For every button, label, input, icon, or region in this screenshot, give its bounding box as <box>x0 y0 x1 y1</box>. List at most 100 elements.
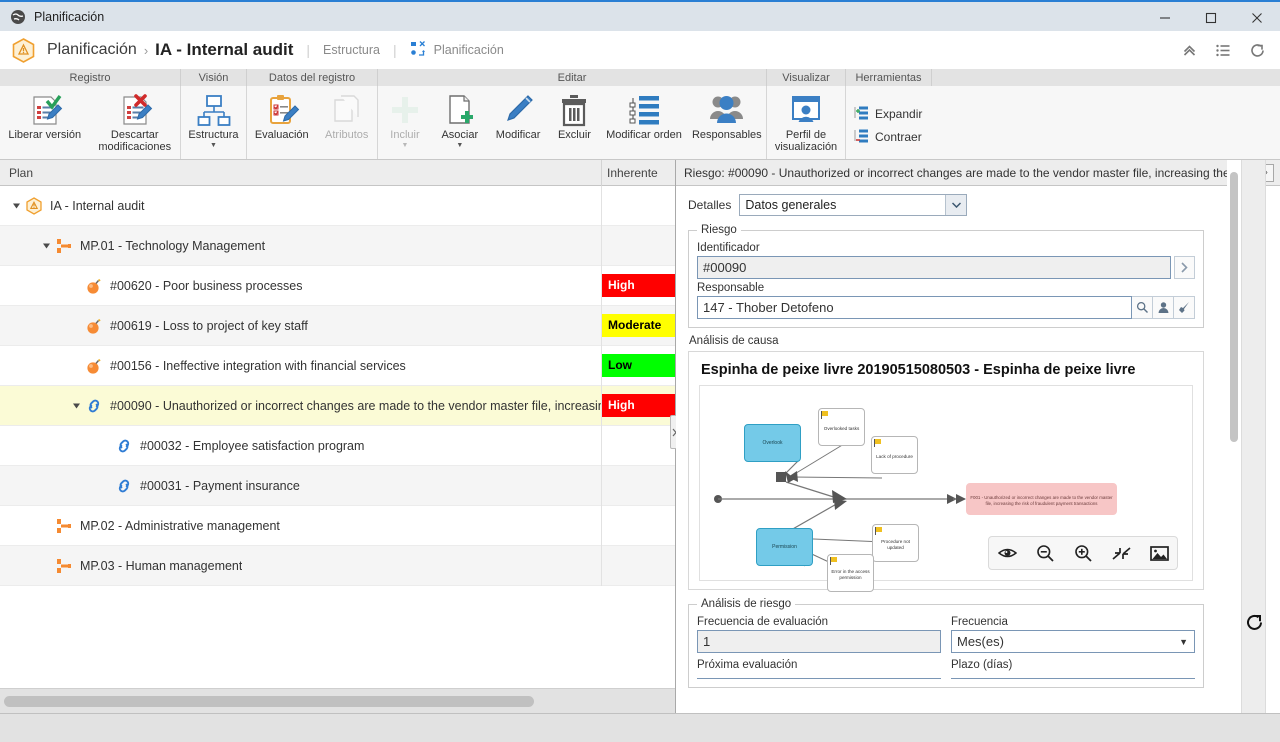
tree-row-main[interactable]: MP.02 - Administrative management <box>0 506 601 546</box>
tree-row-main[interactable]: #00031 - Payment insurance <box>0 466 601 506</box>
tree-row-main[interactable]: IA - Internal audit <box>0 186 601 226</box>
asociar-label: Asociar <box>441 129 479 141</box>
tree-row-main[interactable]: #00090 - Unauthorized or incorrect chang… <box>0 386 601 426</box>
zoom-out-icon[interactable] <box>1033 541 1057 565</box>
fishbone-canvas[interactable]: Overlook Overlooked tasks Lack of proced… <box>699 385 1193 592</box>
estructura-caret-icon[interactable]: ▼ <box>210 142 217 150</box>
maximize-button[interactable] <box>1188 2 1234 33</box>
tree-row-inherent-cell: High <box>601 265 675 306</box>
tree-row-main[interactable]: #00032 - Employee satisfaction program <box>0 426 601 466</box>
atributos-label: Atributos <box>325 129 369 141</box>
table-row[interactable]: #00619 - Loss to project of key staff Mod… <box>0 305 675 346</box>
table-row[interactable]: #00620 - Poor business processes High <box>0 265 675 306</box>
breadcrumb-link-estructura[interactable]: Estructura <box>323 43 380 57</box>
fishbone-node-label: Procedure not updated <box>881 538 910 550</box>
liberar-version-label: Liberar versión <box>8 129 82 141</box>
fishbone-node-effect[interactable]: F001 - Unauthorized or incorrect changes… <box>966 483 1117 515</box>
responsable-input[interactable]: 147 - Thober Detofeno <box>697 296 1132 319</box>
table-row[interactable]: MP.01 - Technology Management <box>0 225 675 266</box>
perfil-visualizacion-button[interactable]: Perfil de visualización <box>767 86 845 159</box>
attributes-icon <box>329 91 365 129</box>
twisty-expanded-icon[interactable] <box>69 401 83 410</box>
fishbone-node-label: Permission <box>772 544 797 550</box>
fishbone-node-cause-error-access-permission[interactable]: Error in the access permission <box>827 554 874 592</box>
table-row[interactable]: #00090 - Unauthorized or incorrect chang… <box>0 385 675 426</box>
table-row[interactable]: #00156 - Ineffective integration with fi… <box>0 345 675 386</box>
table-row[interactable]: MP.02 - Administrative management <box>0 505 675 546</box>
identificador-open-button[interactable] <box>1174 256 1195 279</box>
brush-icon[interactable] <box>1174 296 1195 319</box>
perfil-visualizacion-label: Perfil de visualización <box>774 129 838 153</box>
tree-row-main[interactable]: #00156 - Ineffective integration with fi… <box>0 346 601 386</box>
collapse-tree-icon <box>854 129 869 146</box>
table-row[interactable]: IA - Internal audit <box>0 186 675 226</box>
details-vertical-scrollbar[interactable] <box>1227 160 1241 713</box>
tree-row-main[interactable]: MP.03 - Human management <box>0 546 601 586</box>
fit-screen-icon[interactable] <box>1109 541 1133 565</box>
fishbone-node-category-permission[interactable]: Permission <box>756 528 813 566</box>
export-image-icon[interactable] <box>1147 541 1171 565</box>
frecuencia-evaluacion-input[interactable]: 1 <box>697 630 941 653</box>
tree-horizontal-scrollbar[interactable] <box>0 688 675 713</box>
excluir-button[interactable]: Excluir <box>548 86 600 159</box>
eye-icon[interactable] <box>995 541 1019 565</box>
responsables-label: Responsables <box>691 129 762 141</box>
contraer-button[interactable]: Contraer <box>852 126 932 149</box>
table-row[interactable]: #00031 - Payment insurance <box>0 465 675 506</box>
details-vscroll-thumb[interactable] <box>1230 172 1238 442</box>
liberar-version-button[interactable]: Liberar versión <box>0 86 90 159</box>
page-title: IA - Internal audit <box>155 40 294 59</box>
tree-row-main[interactable]: #00619 - Loss to project of key staff <box>0 306 601 346</box>
responsables-button[interactable]: Responsables <box>688 86 766 159</box>
frecuencia-chevron-down-icon[interactable]: ▼ <box>1179 637 1188 647</box>
fishbone-node-category-overlook[interactable]: Overlook <box>744 424 801 462</box>
plan-tree-panel: Plan Inherente IA - Internal audit MP.01 … <box>0 159 676 713</box>
tree-rows[interactable]: IA - Internal audit MP.01 - Technology Ma… <box>0 186 675 688</box>
chevron-down-icon[interactable] <box>945 195 967 215</box>
breadcrumb-root[interactable]: Planificación <box>47 41 137 59</box>
analisis-riesgo-fieldset: Análisis de riesgo Frecuencia de evaluac… <box>688 598 1204 688</box>
zoom-in-icon[interactable] <box>1071 541 1095 565</box>
list-icon[interactable] <box>1208 35 1238 65</box>
ribbon-group-editar: Incluir ▼ Asociar ▼ Modificar Excluir Mo… <box>378 86 767 159</box>
descartar-modificaciones-button[interactable]: Descartar modificaciones <box>90 86 181 159</box>
trash-icon <box>558 91 590 129</box>
incluir-label: Incluir <box>390 129 420 141</box>
tree-row-main[interactable]: #00620 - Poor business processes <box>0 266 601 306</box>
refresh-icon[interactable] <box>1242 35 1272 65</box>
evaluacion-button[interactable]: Evaluación <box>247 86 316 159</box>
asociar-button[interactable]: Asociar ▼ <box>432 86 488 159</box>
fishbone-node-cause-lack-of-procedure[interactable]: Lack of procedure <box>871 436 918 474</box>
modificar-orden-button[interactable]: Modificar orden <box>600 86 687 159</box>
tree-row-label: MP.01 - Technology Management <box>80 238 266 253</box>
tree-hscroll-thumb[interactable] <box>4 695 534 707</box>
breadcrumb-separator: › <box>143 42 149 58</box>
tree-row-label: #00156 - Ineffective integration with fi… <box>110 358 406 373</box>
table-row[interactable]: MP.03 - Human management <box>0 545 675 586</box>
estructura-button[interactable]: Estructura ▼ <box>181 86 246 159</box>
twisty-expanded-icon[interactable] <box>39 241 53 250</box>
details-side-rail <box>1241 160 1266 713</box>
breadcrumb-actions <box>1174 31 1272 69</box>
identificador-input[interactable]: #00090 <box>697 256 1171 279</box>
person-icon[interactable] <box>1153 296 1174 319</box>
expandir-button[interactable]: Expandir <box>852 103 932 126</box>
twisty-expanded-icon[interactable] <box>9 201 23 210</box>
collapse-up-icon[interactable] <box>1174 35 1204 65</box>
breadcrumb-view-planificacion[interactable]: Planificación <box>410 40 504 60</box>
frecuencia-select[interactable]: Mes(es) ▼ <box>951 630 1195 653</box>
status-badge: Moderate <box>602 314 675 337</box>
search-icon[interactable] <box>1132 296 1153 319</box>
fishbone-node-cause-overlooked-tasks[interactable]: Overlooked tasks <box>818 408 865 446</box>
detalles-select[interactable]: Datos generales <box>739 194 968 216</box>
close-button[interactable] <box>1234 2 1280 33</box>
minimize-button[interactable] <box>1142 2 1188 33</box>
modificar-button[interactable]: Modificar <box>488 86 549 159</box>
fishbone-node-cause-procedure-not-updated[interactable]: Procedure not updated <box>872 524 919 562</box>
details-refresh-icon[interactable] <box>1244 612 1265 633</box>
evaluacion-label: Evaluación <box>254 129 309 141</box>
tree-row-main[interactable]: MP.01 - Technology Management <box>0 226 601 266</box>
table-row[interactable]: #00032 - Employee satisfaction program <box>0 425 675 466</box>
asociar-caret-icon[interactable]: ▼ <box>456 142 463 150</box>
fishbone-effect-label: F001 - Unauthorized or incorrect changes… <box>970 494 1113 506</box>
